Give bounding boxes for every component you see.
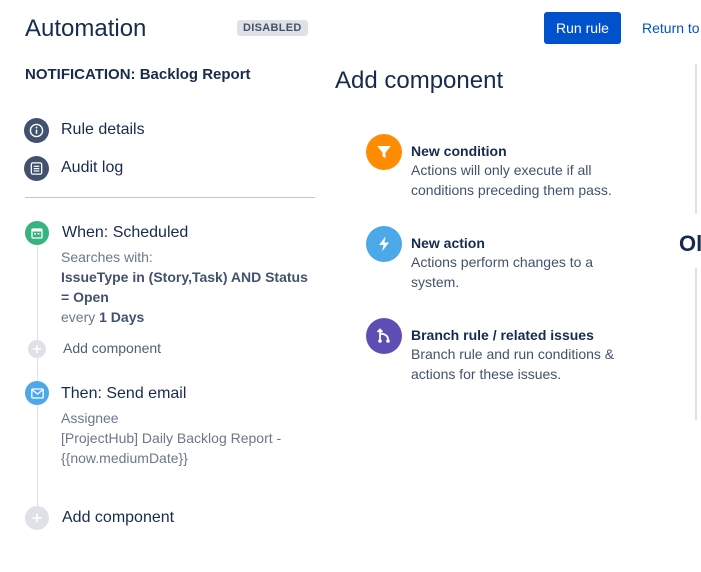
option-desc: Actions will only execute if all conditi… xyxy=(411,162,612,198)
trigger-title[interactable]: When: Scheduled xyxy=(62,224,188,242)
nav-audit-log[interactable]: Audit log xyxy=(24,155,123,181)
plus-icon[interactable] xyxy=(28,340,46,358)
option-branch-rule[interactable]: Branch rule / related issues Branch rule… xyxy=(366,318,636,384)
option-new-action[interactable]: New action Actions perform changes to a … xyxy=(366,226,636,292)
option-title: New condition xyxy=(411,143,507,159)
status-badge: DISABLED xyxy=(237,20,308,36)
add-component-button[interactable]: Add component xyxy=(62,509,174,527)
option-title: Branch rule / related issues xyxy=(411,327,594,343)
action-title[interactable]: Then: Send email xyxy=(61,385,186,403)
panel-title: Add component xyxy=(335,67,504,94)
option-title: New action xyxy=(411,235,485,251)
panel-edge-divider xyxy=(695,268,697,420)
nav-rule-details[interactable]: Rule details xyxy=(24,117,145,143)
plus-icon[interactable] xyxy=(25,506,49,530)
page-title: Automation xyxy=(25,15,147,42)
nav-label: Audit log xyxy=(61,159,124,176)
action-to: Assignee xyxy=(61,410,119,426)
calendar-icon xyxy=(25,221,49,245)
trigger-details[interactable]: Searches with: IssueType in (Story,Task)… xyxy=(61,247,319,327)
option-desc: Branch rule and run conditions & actions… xyxy=(411,346,615,382)
trigger-every-prefix: every xyxy=(61,309,96,325)
trigger-jql: IssueType in (Story,Task) AND Status = O… xyxy=(61,269,308,305)
timeline-line xyxy=(37,245,38,510)
trigger-searches-label: Searches with: xyxy=(61,249,153,265)
list-icon xyxy=(24,155,49,181)
nav-label: Rule details xyxy=(61,121,145,138)
add-component-link[interactable]: Add component xyxy=(63,340,161,356)
filter-icon xyxy=(366,134,402,170)
info-icon xyxy=(24,117,49,143)
branch-icon xyxy=(366,318,402,354)
trigger-every-value: 1 Days xyxy=(99,309,145,325)
email-icon xyxy=(25,381,49,405)
run-rule-button[interactable]: Run rule xyxy=(544,12,621,44)
divider xyxy=(25,197,315,198)
return-link[interactable]: Return to xyxy=(642,20,700,36)
panel-edge-divider xyxy=(695,64,697,214)
action-details[interactable]: Assignee [ProjectHub] Daily Backlog Repo… xyxy=(61,408,301,468)
action-subject: [ProjectHub] Daily Backlog Report - {{no… xyxy=(61,430,282,466)
lightning-icon xyxy=(366,226,402,262)
option-desc: Actions perform changes to a system. xyxy=(411,254,594,290)
cut-off-heading: Ol xyxy=(679,231,701,256)
option-new-condition[interactable]: New condition Actions will only execute … xyxy=(366,134,636,200)
rule-name: NOTIFICATION: Backlog Report xyxy=(25,66,251,83)
